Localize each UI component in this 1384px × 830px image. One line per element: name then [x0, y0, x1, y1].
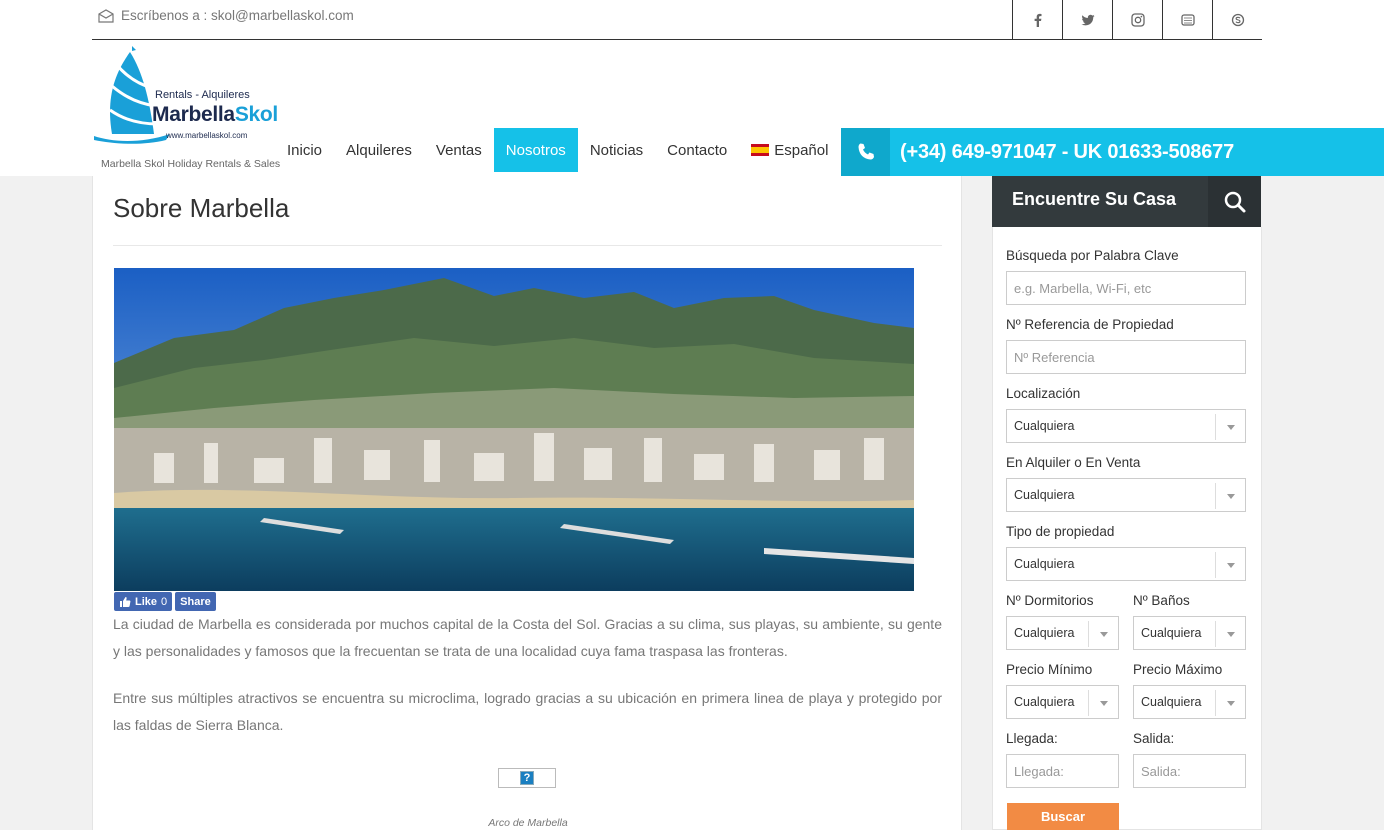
keyword-label: Búsqueda por Palabra Clave	[1006, 248, 1179, 263]
chevron-down-icon	[1215, 690, 1245, 716]
nav-item-alquileres[interactable]: Alquileres	[334, 128, 424, 172]
arrival-label: Llegada:	[1006, 731, 1058, 746]
logo-rentals-text: Rentals - Alquileres	[155, 89, 250, 101]
chevron-down-icon	[1088, 621, 1118, 647]
broken-image-placeholder: ?	[498, 768, 556, 788]
property-type-select-value: Cualquiera	[1014, 557, 1075, 571]
location-select-value: Cualquiera	[1014, 419, 1075, 433]
location-label: Localización	[1006, 386, 1081, 401]
facebook-share-button[interactable]: Share	[175, 592, 216, 611]
bedrooms-select[interactable]: Cualquiera	[1006, 616, 1119, 650]
chevron-down-icon	[1215, 621, 1245, 647]
nav-item-ventas[interactable]: Ventas	[424, 128, 494, 172]
article-paragraph-2: Entre sus múltiples atractivos se encuen…	[113, 690, 942, 733]
bathrooms-select[interactable]: Cualquiera	[1133, 616, 1246, 650]
facebook-like-label: Like	[135, 595, 158, 608]
facebook-like-count: 0	[161, 595, 168, 608]
main-content: Sobre Marbella Like 0 Share La ciudad de…	[92, 176, 962, 830]
arrival-date-input[interactable]: Llegada:	[1006, 754, 1119, 788]
property-type-label: Tipo de propiedad	[1006, 524, 1115, 539]
title-divider	[113, 245, 942, 246]
chevron-down-icon	[1215, 414, 1245, 440]
phone-number: (+34) 649-971047 - UK 01633-508677	[900, 140, 1235, 163]
top-bar: Escríbenos a : skol@marbellaskol.com	[92, 0, 1262, 40]
language-selector[interactable]: Español	[739, 128, 840, 172]
min-price-select-value: Cualquiera	[1014, 695, 1075, 709]
min-price-label: Precio Mínimo	[1006, 662, 1093, 677]
bedrooms-label: Nº Dormitorios	[1006, 593, 1094, 608]
thumbs-up-icon	[120, 596, 131, 607]
status-select[interactable]: Cualquiera	[1006, 478, 1246, 512]
chevron-down-icon	[1215, 483, 1245, 509]
search-toggle-button[interactable]	[1208, 176, 1261, 227]
social-links	[1012, 0, 1262, 39]
main-nav: Inicio Alquileres Ventas Nosotros Notici…	[275, 128, 840, 172]
search-title: Encuentre Su Casa	[1012, 189, 1177, 209]
nav-item-contacto[interactable]: Contacto	[655, 128, 739, 172]
contact-email[interactable]: Escríbenos a : skol@marbellaskol.com	[98, 8, 354, 23]
image-caption: Arco de Marbella	[488, 817, 568, 829]
facebook-icon[interactable]	[1012, 0, 1062, 39]
skype-icon[interactable]	[1212, 0, 1262, 39]
nav-item-nosotros[interactable]: Nosotros	[493, 128, 578, 172]
phone-icon	[841, 128, 890, 176]
departure-date-input[interactable]: Salida:	[1133, 754, 1246, 788]
search-icon	[1224, 191, 1245, 212]
page-title: Sobre Marbella	[113, 193, 290, 223]
chevron-down-icon	[1215, 552, 1245, 578]
logo-brand: MarbellaSkol	[152, 103, 278, 126]
phone-bar[interactable]: (+34) 649-971047 - UK 01633-508677	[841, 128, 1384, 176]
status-select-value: Cualquiera	[1014, 488, 1075, 502]
departure-label: Salida:	[1133, 731, 1175, 746]
keyword-input[interactable]: e.g. Marbella, Wi-Fi, etc	[1006, 271, 1246, 305]
broken-image-icon: ?	[520, 771, 534, 785]
reference-label: Nº Referencia de Propiedad	[1006, 317, 1174, 332]
nav-item-noticias[interactable]: Noticias	[578, 128, 655, 172]
search-header: Encuentre Su Casa	[992, 176, 1261, 227]
min-price-select[interactable]: Cualquiera	[1006, 685, 1119, 719]
spain-flag-icon	[751, 144, 770, 156]
location-select[interactable]: Cualquiera	[1006, 409, 1246, 443]
nav-item-inicio[interactable]: Inicio	[275, 128, 334, 172]
bathrooms-label: Nº Baños	[1133, 593, 1190, 608]
max-price-select-value: Cualquiera	[1141, 695, 1202, 709]
chevron-down-icon	[1088, 690, 1118, 716]
instagram-icon[interactable]	[1112, 0, 1162, 39]
reference-input[interactable]: Nº Referencia	[1006, 340, 1246, 374]
logo-tagline: Marbella Skol Holiday Rentals & Sales	[101, 158, 281, 170]
bedrooms-select-value: Cualquiera	[1014, 626, 1075, 640]
youtube-icon[interactable]	[1162, 0, 1212, 39]
max-price-label: Precio Máximo	[1133, 662, 1223, 677]
facebook-like-button[interactable]: Like 0	[114, 592, 173, 611]
status-label: En Alquiler o En Venta	[1006, 455, 1141, 470]
max-price-select[interactable]: Cualquiera	[1133, 685, 1246, 719]
marbella-aerial-photo	[114, 268, 914, 591]
search-submit-button[interactable]: Buscar	[1007, 803, 1119, 830]
site-logo[interactable]: Rentals - Alquileres MarbellaSkol www.ma…	[92, 44, 292, 176]
language-label: Español	[774, 141, 829, 159]
contact-email-text: Escríbenos a : skol@marbellaskol.com	[121, 8, 354, 23]
twitter-icon[interactable]	[1062, 0, 1112, 39]
bathrooms-select-value: Cualquiera	[1141, 626, 1202, 640]
article-paragraph-1: La ciudad de Marbella es considerada por…	[113, 616, 942, 659]
envelope-icon	[98, 8, 114, 23]
logo-url: www.marbellaskol.com	[166, 131, 248, 140]
property-type-select[interactable]: Cualquiera	[1006, 547, 1246, 581]
facebook-buttons: Like 0 Share	[114, 592, 216, 611]
